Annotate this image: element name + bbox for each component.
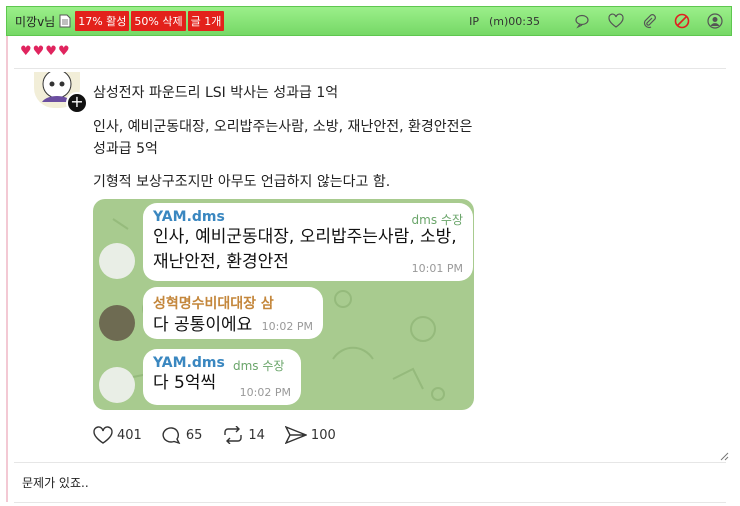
message-bubble-3: YAM.dms dms 수장 다 5억씩 10:02 PM [143,349,301,405]
post-line-1: 삼성전자 파운드리 LSI 박사는 성과급 1억 [93,85,339,101]
attach-icon[interactable] [641,13,657,29]
message-bubble-2: 성혁명수비대대장 삼 다 공통이에요 10:02 PM [143,287,323,339]
post-line-2: 인사, 예비군동대장, 오리밥주는사람, 소방, 재난안전, 환경안전은 성과급… [93,116,472,160]
repost-icon [224,426,243,444]
like-button[interactable]: 401 [93,426,142,444]
divider-bottom [14,462,726,463]
delete-badge: 50% 삭제 [131,11,186,31]
admin-tag-3: dms 수장 [233,359,285,373]
block-icon[interactable] [674,13,690,29]
follow-plus-button[interactable]: + [66,92,88,114]
chat-icon[interactable] [575,13,591,29]
admin-tag-1: dms 수장 [411,213,463,227]
document-icon [59,14,71,28]
activity-badge: 17% 활성 [75,11,130,31]
post-line-2a: 인사, 예비군동대장, 오리밥주는사람, 소방, 재난안전, 환경안전은 [93,119,473,135]
sender-avatar-3 [99,367,135,403]
message-time-1: 10:01 PM [411,262,463,275]
hearts-row: ♥♥♥♥ [20,44,71,59]
divider [14,68,726,69]
comment-count: 65 [185,427,203,443]
share-count: 100 [310,427,336,443]
comment-button[interactable]: 65 [162,426,203,444]
user-icon[interactable] [707,13,723,29]
like-count: 401 [117,427,142,443]
resize-handle-icon[interactable] [720,452,729,461]
sender-avatar-1 [99,243,135,279]
post-time: (m)00:35 [489,14,540,28]
heart-icon[interactable] [608,13,624,29]
sender-avatar-2 [99,305,135,341]
post-actions: 401 65 14 100 [93,426,356,444]
message-time-3: 10:02 PM [239,386,291,399]
comment-text: 문제가 있죠.. [22,476,89,490]
post-header-bar: 미깡v님 17% 활성 50% 삭제 글 1개 IP (m)00:35 [6,6,732,36]
message-text-1a: 인사, 예비군동대장, 오리밥주는사람, 소방, [153,227,457,247]
send-icon [284,426,307,444]
repost-button[interactable]: 14 [222,426,265,444]
comment-bubble-icon [162,427,181,444]
heart-outline-icon [93,426,113,444]
bottom-border [14,502,726,503]
post-line-3: 기형적 보상구조지만 아무도 언급하지 않는다고 함. [93,174,391,190]
author-nickname[interactable]: 미깡v님 [15,13,55,30]
message-time-2: 10:02 PM [261,320,313,333]
message-bubble-1: YAM.dms dms 수장 인사, 예비군동대장, 오리밥주는사람, 소방, … [143,203,473,281]
telegram-screenshot-image: YAM.dms dms 수장 인사, 예비군동대장, 오리밥주는사람, 소방, … [93,199,474,410]
ip-label: IP [469,14,479,28]
message-sender-2: 성혁명수비대대장 삼 [153,296,274,312]
share-button[interactable]: 100 [284,426,336,444]
post-line-2b: 성과급 5억 [93,141,158,157]
post-count-badge: 글 1개 [187,11,225,31]
repost-count: 14 [248,427,265,443]
